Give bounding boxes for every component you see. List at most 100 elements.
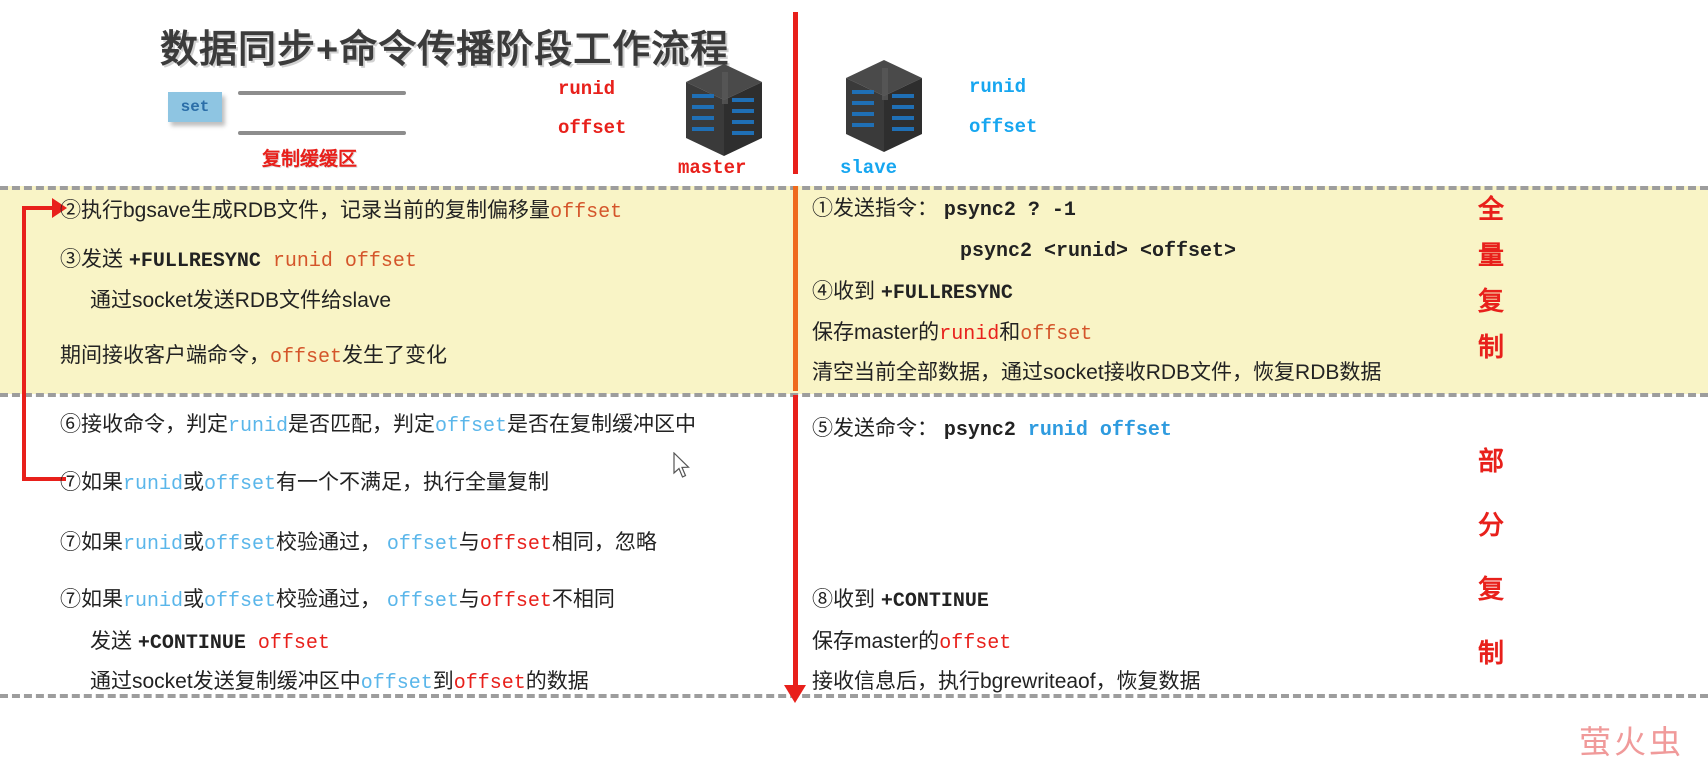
text-fragment: 或 <box>183 471 205 494</box>
text-fragment: ③发送 <box>60 248 129 271</box>
full-sync-master-line: 期间接收客户端命令，offset发生了变化 <box>60 343 447 370</box>
buffer-line-bottom <box>238 131 406 135</box>
text-fragment: +CONTINUE <box>880 590 989 613</box>
text-fragment: offset <box>257 632 330 655</box>
text-fragment: +FULLRESYNC <box>128 250 273 273</box>
text-fragment: 相同，忽略 <box>551 531 657 554</box>
text-fragment: runid offset <box>272 250 417 273</box>
text-fragment: 发生了变化 <box>342 344 448 367</box>
replication-buffer-label: 复制缓缓区 <box>262 149 358 170</box>
slave-node-label: slave <box>840 157 898 179</box>
vertical-label-char: 制 <box>1478 332 1505 362</box>
text-fragment: 的数据 <box>525 670 589 693</box>
server-icon <box>846 60 922 152</box>
master-runid-label: runid <box>558 78 616 100</box>
slave-runid-label: runid <box>969 76 1027 98</box>
text-fragment: ⑥接收命令，判定 <box>60 413 228 436</box>
vertical-label-char: 分 <box>1478 510 1505 540</box>
page-title: 数据同步+命令传播阶段工作流程 <box>160 29 730 71</box>
partial-replication-vertical-label: 部分复制 <box>1478 448 1504 704</box>
text-fragment: 期间接收客户端命令， <box>60 344 270 367</box>
full-sync-slave-line: 保存master的runid和offset <box>812 320 1092 347</box>
text-fragment: 校验通过， <box>276 588 387 611</box>
text-fragment: offset <box>1020 323 1093 346</box>
partial-sync-master-line: ⑥接收命令，判定runid是否匹配，判定offset是否在复制缓冲区中 <box>60 412 696 439</box>
partial-sync-master-line: 通过socket发送复制缓冲区中offset到offset的数据 <box>90 669 589 696</box>
partial-sync-slave-line: 接收信息后，执行bgrewriteaof，恢复数据 <box>812 669 1201 695</box>
partial-sync-master-line: 发送 +CONTINUE offset <box>90 629 330 656</box>
text-fragment: runid <box>228 415 289 438</box>
text-fragment: offset <box>204 533 277 556</box>
text-fragment: ②执行bgsave生成RDB文件，记录当前的复制偏移量 <box>60 199 551 222</box>
slave-offset-label: offset <box>969 116 1038 138</box>
partial-sync-slave-line: 保存master的offset <box>812 629 1011 656</box>
retry-bracket-vertical <box>22 206 26 481</box>
vertical-label-char: 全 <box>1478 194 1505 224</box>
text-fragment: offset <box>479 590 552 613</box>
text-fragment: psync2 <box>943 419 1028 442</box>
flow-arrow-down-icon <box>784 685 806 703</box>
center-divider-top <box>793 12 798 174</box>
text-fragment: runid <box>939 323 1000 346</box>
text-fragment: +FULLRESYNC <box>880 282 1013 305</box>
text-fragment: 通过socket发送RDB文件给slave <box>90 289 392 312</box>
buffer-line-top <box>238 91 406 95</box>
partial-sync-master-line: ⑦如果runid或offset校验通过， offset与offset相同，忽略 <box>60 530 657 557</box>
text-fragment: ⑦如果 <box>60 471 123 494</box>
partial-sync-slave-line: ⑧收到 +CONTINUE <box>812 587 989 614</box>
text-fragment: 是否匹配，判定 <box>288 413 436 436</box>
text-fragment: 有一个不满足，执行全量复制 <box>276 471 550 494</box>
text-fragment: 保存master的 <box>812 630 940 653</box>
server-icon <box>686 64 762 156</box>
text-fragment: runid <box>123 473 184 496</box>
full-sync-slave-line: psync2 <runid> <offset> <box>960 237 1236 264</box>
text-fragment: ⑧收到 <box>812 588 881 611</box>
full-sync-slave-line: ①发送指令： psync2 ? -1 <box>812 196 1076 223</box>
text-fragment: offset <box>386 533 459 556</box>
partial-sync-master-line: ⑦如果runid或offset校验通过， offset与offset不相同 <box>60 587 615 614</box>
master-offset-label: offset <box>558 117 627 139</box>
header-region: 数据同步+命令传播阶段工作流程 set 复制缓缓区 runid offset r… <box>0 0 1708 186</box>
master-node-label: master <box>678 157 747 179</box>
vertical-label-char: 复 <box>1478 574 1505 604</box>
text-fragment: 与 <box>458 588 480 611</box>
text-fragment: offset <box>360 672 433 695</box>
full-replication-vertical-label: 全量复制 <box>1478 196 1504 380</box>
text-fragment: ④收到 <box>812 280 881 303</box>
text-fragment: ⑦如果 <box>60 588 123 611</box>
text-fragment: offset <box>270 346 343 369</box>
text-fragment: 或 <box>183 531 205 554</box>
text-fragment: offset <box>204 473 277 496</box>
text-fragment: +CONTINUE <box>137 632 258 655</box>
text-fragment: 或 <box>183 588 205 611</box>
text-fragment: offset <box>939 632 1012 655</box>
text-fragment: 不相同 <box>551 588 615 611</box>
full-sync-master-line: ②执行bgsave生成RDB文件，记录当前的复制偏移量offset <box>60 198 622 225</box>
text-fragment: 和 <box>999 321 1021 344</box>
text-fragment: runid <box>123 590 184 613</box>
set-command-chip: set <box>168 92 222 122</box>
vertical-label-char: 复 <box>1478 286 1505 316</box>
partial-sync-slave-line: ⑤发送命令： psync2 runid offset <box>812 416 1172 443</box>
full-sync-slave-line: ④收到 +FULLRESYNC <box>812 279 1013 306</box>
text-fragment: offset <box>435 415 508 438</box>
text-fragment: ⑦如果 <box>60 531 123 554</box>
text-fragment: 与 <box>458 531 480 554</box>
text-fragment: offset <box>453 672 526 695</box>
set-chip-label: set <box>180 98 210 116</box>
center-divider-middle <box>793 186 798 391</box>
center-divider-bottom <box>793 395 798 695</box>
vertical-label-char: 量 <box>1478 240 1505 270</box>
divider-dashed-top <box>0 186 1708 190</box>
text-fragment: 发送 <box>90 630 138 653</box>
watermark: 萤火虫 <box>1578 724 1684 760</box>
full-sync-master-line: 通过socket发送RDB文件给slave <box>90 288 391 314</box>
text-fragment: psync2 <runid> <offset> <box>960 240 1237 263</box>
text-fragment: 校验通过， <box>276 531 387 554</box>
text-fragment: 通过socket发送复制缓冲区中 <box>90 670 361 693</box>
text-fragment: psync2 ? -1 <box>943 199 1076 222</box>
text-fragment: offset <box>204 590 277 613</box>
text-fragment: offset <box>550 201 623 224</box>
vertical-label-char: 制 <box>1478 638 1505 668</box>
text-fragment: 清空当前全部数据，通过socket接收RDB文件，恢复RDB数据 <box>812 361 1382 384</box>
